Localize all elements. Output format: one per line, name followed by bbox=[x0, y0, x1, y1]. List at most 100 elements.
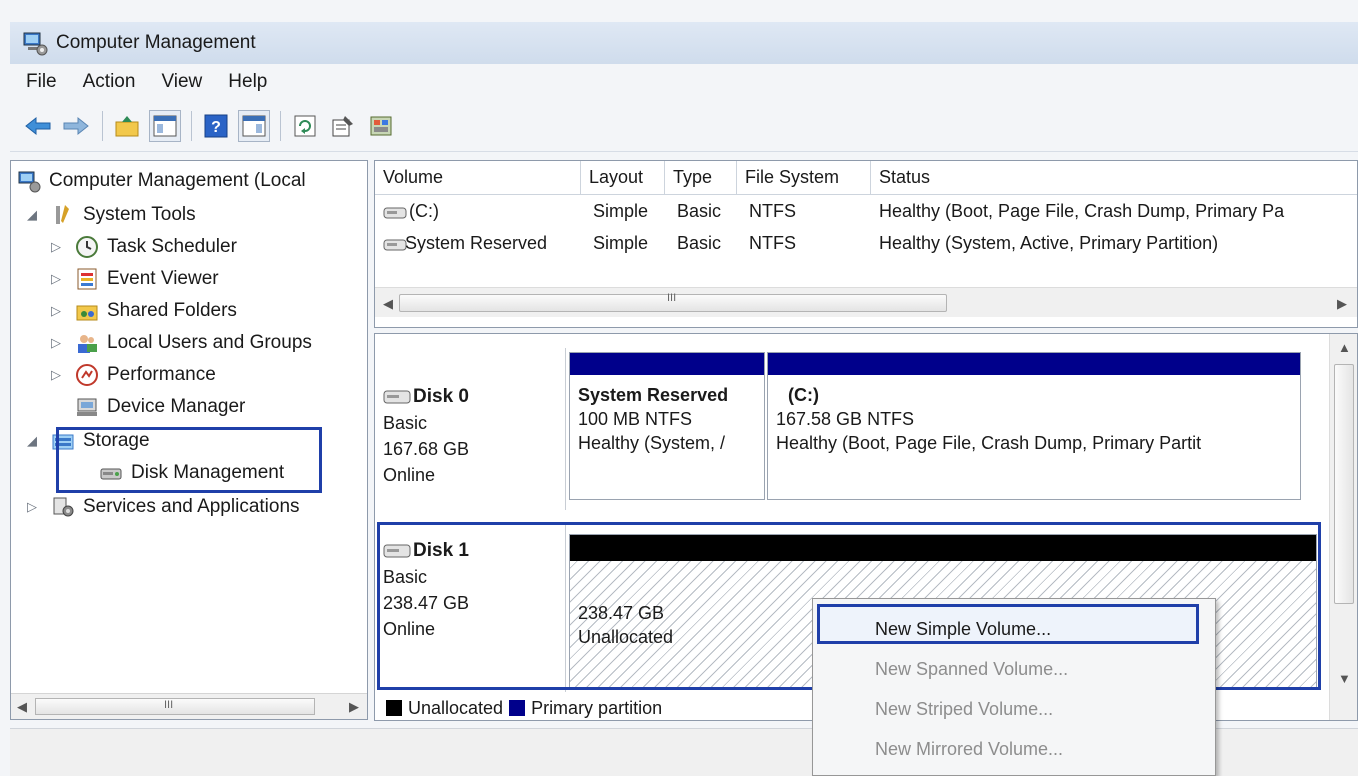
performance-icon bbox=[76, 364, 98, 386]
menu-item-new-simple-volume[interactable]: New Simple Volume... bbox=[875, 609, 1051, 649]
storage-highlight-box bbox=[56, 427, 322, 493]
show-hide-action-pane-icon bbox=[242, 115, 266, 136]
window-title: Computer Management bbox=[56, 32, 256, 53]
volume-horizontal-scrollbar[interactable]: ◀ III ▶ bbox=[375, 287, 1357, 317]
divider bbox=[565, 348, 566, 510]
column-header-volume[interactable]: Volume bbox=[375, 161, 581, 195]
menu-action[interactable]: Action bbox=[83, 71, 136, 93]
expand-triangle-icon[interactable]: ▷ bbox=[51, 303, 65, 319]
collapse-triangle-icon[interactable]: ◢ bbox=[27, 433, 41, 449]
scroll-right-icon[interactable]: ▶ bbox=[349, 699, 359, 715]
expand-triangle-icon[interactable]: ▷ bbox=[51, 335, 65, 351]
legend-unallocated-label: Unallocated bbox=[408, 697, 504, 718]
column-header-file-system[interactable]: File System bbox=[737, 161, 871, 195]
help-button[interactable]: ? bbox=[200, 110, 232, 142]
volume-type: Basic bbox=[677, 201, 722, 221]
disk-name: Disk 0 bbox=[413, 386, 469, 407]
up-folder-icon bbox=[115, 115, 139, 136]
tree-item-computer-management[interactable]: Computer Management (Local bbox=[17, 165, 306, 197]
properties-icon bbox=[332, 115, 353, 136]
expand-triangle-icon[interactable]: ▷ bbox=[51, 239, 65, 255]
show-hide-action-pane-button[interactable] bbox=[238, 109, 270, 142]
volume-list: Volume Layout Type File System Status (C… bbox=[374, 160, 1358, 328]
menu-bar: File Action View Help bbox=[10, 64, 1358, 100]
toolbar-separator bbox=[280, 110, 281, 141]
volume-name: (C:) bbox=[409, 201, 439, 221]
tree-item-shared-folders[interactable]: ▷ Shared Folders bbox=[51, 295, 237, 327]
scroll-right-icon[interactable]: ▶ bbox=[1337, 296, 1347, 312]
menu-help[interactable]: Help bbox=[228, 71, 267, 93]
back-button[interactable] bbox=[22, 110, 54, 142]
users-icon bbox=[78, 335, 97, 353]
event-viewer-icon bbox=[77, 268, 97, 290]
partition-detail: 100 MB NTFS bbox=[578, 409, 693, 429]
toolbar-separator bbox=[191, 110, 192, 141]
volume-status: Healthy (System, Active, Primary Partiti… bbox=[879, 233, 1219, 253]
volume-type: Basic bbox=[677, 233, 722, 253]
show-hide-console-tree-button[interactable] bbox=[149, 109, 181, 142]
disk-0-label[interactable]: Disk 0 Basic 167.68 GB Online bbox=[383, 384, 563, 488]
disk-size: 167.68 GB bbox=[383, 439, 470, 459]
tree-item-local-users-and-groups[interactable]: ▷ Local Users and Groups bbox=[51, 327, 312, 359]
scroll-up-icon[interactable]: ▲ bbox=[1338, 340, 1351, 355]
column-header-status[interactable]: Status bbox=[871, 161, 1357, 195]
expand-triangle-icon[interactable]: ▷ bbox=[27, 499, 41, 515]
legend-primary-label: Primary partition bbox=[531, 697, 663, 718]
refresh-button[interactable] bbox=[289, 110, 321, 142]
expand-triangle-icon[interactable]: ▷ bbox=[51, 271, 65, 287]
disk-settings-icon bbox=[370, 116, 392, 135]
column-header-layout[interactable]: Layout bbox=[581, 161, 665, 195]
collapse-triangle-icon[interactable]: ◢ bbox=[27, 207, 41, 223]
menu-view[interactable]: View bbox=[161, 71, 202, 93]
tree-item-system-tools[interactable]: ◢ System Tools bbox=[27, 199, 196, 231]
menu-file[interactable]: File bbox=[26, 71, 57, 93]
volume-layout: Simple bbox=[593, 233, 649, 253]
scroll-down-icon[interactable]: ▼ bbox=[1338, 671, 1351, 686]
menu-item-new-striped-volume[interactable]: New Striped Volume... bbox=[875, 689, 1053, 729]
menu-item-new-spanned-volume[interactable]: New Spanned Volume... bbox=[875, 649, 1068, 689]
disk-scroll-thumb[interactable] bbox=[1334, 364, 1354, 604]
forward-button[interactable] bbox=[60, 110, 92, 142]
back-arrow-icon bbox=[25, 116, 51, 135]
partition-c-drive[interactable]: (C:) 167.58 GB NTFS Healthy (Boot, Page … bbox=[767, 352, 1301, 500]
scroll-left-icon[interactable]: ◀ bbox=[383, 296, 393, 312]
tree-item-label: Local Users and Groups bbox=[107, 332, 312, 353]
toolbar: ? bbox=[10, 100, 1358, 152]
properties-button[interactable] bbox=[327, 110, 359, 142]
tree-item-event-viewer[interactable]: ▷ Event Viewer bbox=[51, 263, 219, 295]
toolbar-separator bbox=[102, 110, 103, 141]
tree-item-performance[interactable]: ▷ Performance bbox=[51, 359, 216, 391]
primary-partition-bar bbox=[768, 353, 1300, 375]
clock-icon bbox=[76, 236, 98, 258]
up-one-level-button[interactable] bbox=[111, 110, 143, 142]
disk-vertical-scrollbar[interactable]: ▲ ▼ bbox=[1329, 334, 1357, 720]
volume-layout: Simple bbox=[593, 201, 649, 221]
menu-item-new-mirrored-volume[interactable]: New Mirrored Volume... bbox=[875, 729, 1063, 769]
primary-partition-bar bbox=[570, 353, 764, 375]
tree-item-label: Performance bbox=[107, 364, 216, 385]
tree-horizontal-scrollbar[interactable]: ◀ III ▶ bbox=[11, 693, 367, 719]
volume-file-system: NTFS bbox=[749, 233, 796, 253]
services-icon bbox=[53, 497, 74, 517]
tree-item-device-manager[interactable]: Device Manager bbox=[75, 391, 245, 423]
partition-detail: 167.58 GB NTFS bbox=[776, 409, 915, 429]
context-menu: New Simple Volume... New Spanned Volume.… bbox=[812, 598, 1216, 776]
tree-item-label: Shared Folders bbox=[107, 300, 237, 321]
tree-scroll-thumb[interactable]: III bbox=[35, 698, 315, 715]
computer-management-icon bbox=[18, 171, 41, 193]
show-hide-console-tree-icon bbox=[153, 115, 177, 136]
tree-item-label: System Tools bbox=[83, 204, 196, 225]
column-header-type[interactable]: Type bbox=[665, 161, 737, 195]
drive-icon bbox=[383, 207, 407, 219]
tree-item-services-and-applications[interactable]: ▷ Services and Applications bbox=[27, 491, 300, 523]
tree-item-task-scheduler[interactable]: ▷ Task Scheduler bbox=[51, 231, 237, 263]
expand-triangle-icon[interactable]: ▷ bbox=[51, 367, 65, 383]
title-bar: Computer Management bbox=[10, 22, 1358, 64]
partition-title: System Reserved bbox=[578, 385, 729, 405]
disk-icon bbox=[383, 390, 411, 404]
partition-system-reserved[interactable]: System Reserved 100 MB NTFS Healthy (Sys… bbox=[569, 352, 765, 500]
disk-settings-button[interactable] bbox=[365, 110, 397, 142]
system-tools-icon bbox=[56, 205, 69, 224]
device-manager-icon bbox=[77, 398, 97, 416]
scroll-left-icon[interactable]: ◀ bbox=[17, 699, 27, 715]
